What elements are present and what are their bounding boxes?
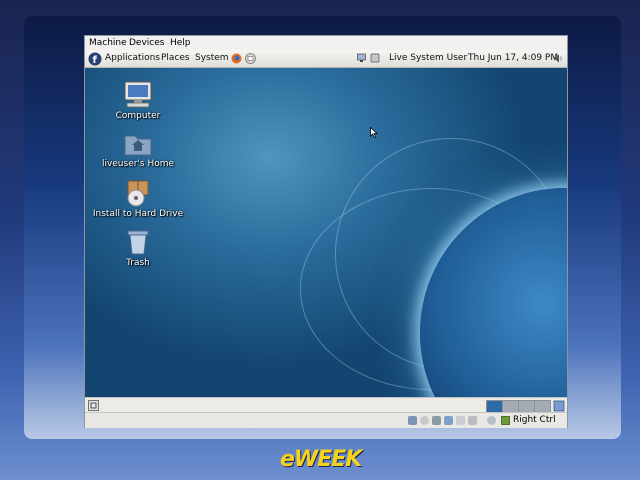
desktop: Computer liveuser's Home Install to Hard… (85, 68, 567, 397)
places-menu[interactable]: Places (161, 50, 190, 67)
desktop-icon-label: Trash (126, 258, 150, 268)
show-desktop-icon[interactable] (88, 400, 99, 411)
menu-help[interactable]: Help (170, 36, 191, 50)
gnome-bottom-panel (85, 397, 567, 413)
svg-text:f: f (93, 55, 98, 66)
desktop-icon-home[interactable]: liveuser's Home (88, 131, 188, 169)
install-disc-icon (127, 180, 149, 207)
network-adapter-icon[interactable] (444, 416, 453, 425)
vm-status-bar: Right Ctrl (85, 412, 567, 428)
harddisk-icon[interactable] (408, 416, 417, 425)
cdrom-icon[interactable] (420, 416, 429, 425)
fedora-logo-icon[interactable]: f (88, 52, 102, 66)
network-icon[interactable] (357, 53, 368, 64)
desktop-icon-trash[interactable]: Trash (88, 228, 188, 268)
update-icon[interactable] (370, 53, 381, 64)
desktop-icon-install[interactable]: Install to Hard Drive (88, 179, 188, 219)
desktop-icon-computer[interactable]: Computer (88, 81, 188, 121)
clock[interactable]: Thu Jun 17, 4:09 PM (468, 50, 558, 67)
applications-menu[interactable]: Applications (105, 50, 160, 67)
computer-icon (124, 81, 152, 108)
system-menu[interactable]: System (195, 50, 229, 67)
home-folder-icon (124, 135, 152, 156)
host-key-label: Right Ctrl (513, 415, 556, 425)
usb-icon[interactable] (456, 416, 465, 425)
eweek-logo: eWEEK (280, 447, 362, 472)
menu-machine[interactable]: Machine (89, 36, 127, 50)
mouse-cursor-icon (370, 127, 378, 138)
menu-devices[interactable]: Devices (129, 36, 164, 50)
firefox-icon[interactable] (231, 53, 242, 64)
host-key-icon (501, 416, 510, 425)
gnome-top-panel: f Applications Places System Live System… (85, 50, 567, 68)
user-switcher[interactable]: Live System User (389, 50, 467, 67)
trash-icon (127, 230, 149, 255)
desktop-icon-label: liveuser's Home (101, 159, 175, 169)
floppy-icon[interactable] (432, 416, 441, 425)
desktop-icon-label: Computer (115, 111, 161, 121)
mouse-integration-icon[interactable] (487, 416, 496, 425)
virtualbox-window: Machine Devices Help f Applications Plac… (84, 35, 568, 428)
vm-menubar: Machine Devices Help (85, 36, 567, 50)
volume-icon[interactable] (553, 53, 564, 64)
shared-folders-icon[interactable] (468, 416, 477, 425)
desktop-icon-label: Install to Hard Drive (92, 209, 184, 219)
trash-applet-icon[interactable] (553, 399, 565, 412)
mail-icon[interactable] (245, 53, 256, 64)
